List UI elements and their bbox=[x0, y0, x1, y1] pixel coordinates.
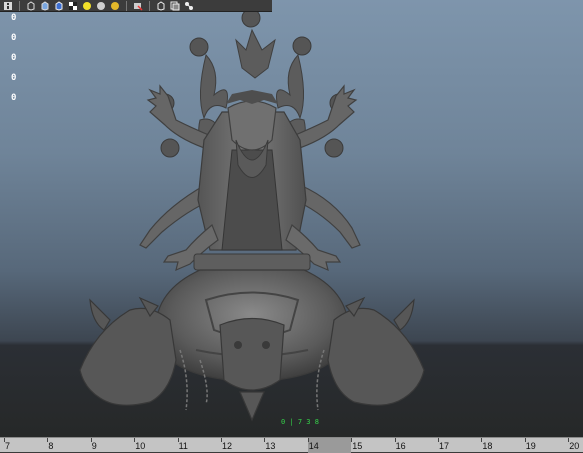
timeline-frame-label: 14 bbox=[308, 441, 319, 451]
snapshot-icon[interactable] bbox=[183, 1, 195, 11]
timeline-frame-label: 11 bbox=[178, 441, 188, 451]
timeline-frame-label: 18 bbox=[482, 441, 493, 451]
hud-value: 0 bbox=[11, 93, 17, 103]
hud-value: 0 bbox=[11, 73, 17, 83]
hud-readout: 0 0 0 0 0 bbox=[11, 11, 16, 111]
cube-shaded-icon[interactable] bbox=[39, 0, 51, 11]
checker-icon[interactable] bbox=[67, 1, 79, 11]
timeline-frame-label: 8 bbox=[48, 441, 54, 451]
default-light-icon[interactable] bbox=[95, 1, 107, 11]
timeline-frame-label: 13 bbox=[265, 441, 276, 451]
viewport-toolbar bbox=[0, 0, 272, 12]
timeline-frame-label: 15 bbox=[352, 441, 363, 451]
camera-icon[interactable] bbox=[155, 0, 167, 11]
timeline-frame-label: 20 bbox=[569, 441, 580, 451]
cube-textured-icon[interactable] bbox=[53, 0, 65, 11]
timeline-frame-label: 7 bbox=[5, 441, 11, 451]
time-slider[interactable]: 7 8 9 10 11 12 13 14 15 16 17 18 19 20 bbox=[0, 437, 583, 453]
hud-value: 0 bbox=[11, 53, 17, 63]
light-bulb-icon[interactable] bbox=[81, 1, 93, 11]
toolbar-divider bbox=[126, 0, 127, 11]
timeline-frame-label: 10 bbox=[135, 441, 146, 451]
statue-model[interactable] bbox=[0, 0, 583, 437]
timeline-frame-label: 17 bbox=[439, 441, 450, 451]
timeline-frame-label: 19 bbox=[525, 441, 536, 451]
render-icon[interactable] bbox=[132, 1, 144, 11]
display-layer-icon[interactable] bbox=[169, 1, 181, 11]
cube-wireframe-icon[interactable] bbox=[25, 0, 37, 11]
toolbar-divider bbox=[149, 0, 150, 11]
all-lights-icon[interactable] bbox=[109, 1, 121, 11]
info-icon[interactable] bbox=[2, 1, 14, 11]
toolbar-divider bbox=[19, 0, 20, 11]
timeline-frame-label: 12 bbox=[222, 441, 233, 451]
viewport-3d[interactable]: 0 0 0 0 0 0 | 7 3 8 bbox=[0, 0, 583, 437]
hud-value: 0 bbox=[11, 33, 17, 43]
hud-value: 0 bbox=[11, 13, 17, 23]
frame-marker-label: 0 | 7 3 8 bbox=[281, 418, 319, 426]
timeline-frame-label: 9 bbox=[91, 441, 97, 451]
timeline-frame-label: 16 bbox=[395, 441, 406, 451]
